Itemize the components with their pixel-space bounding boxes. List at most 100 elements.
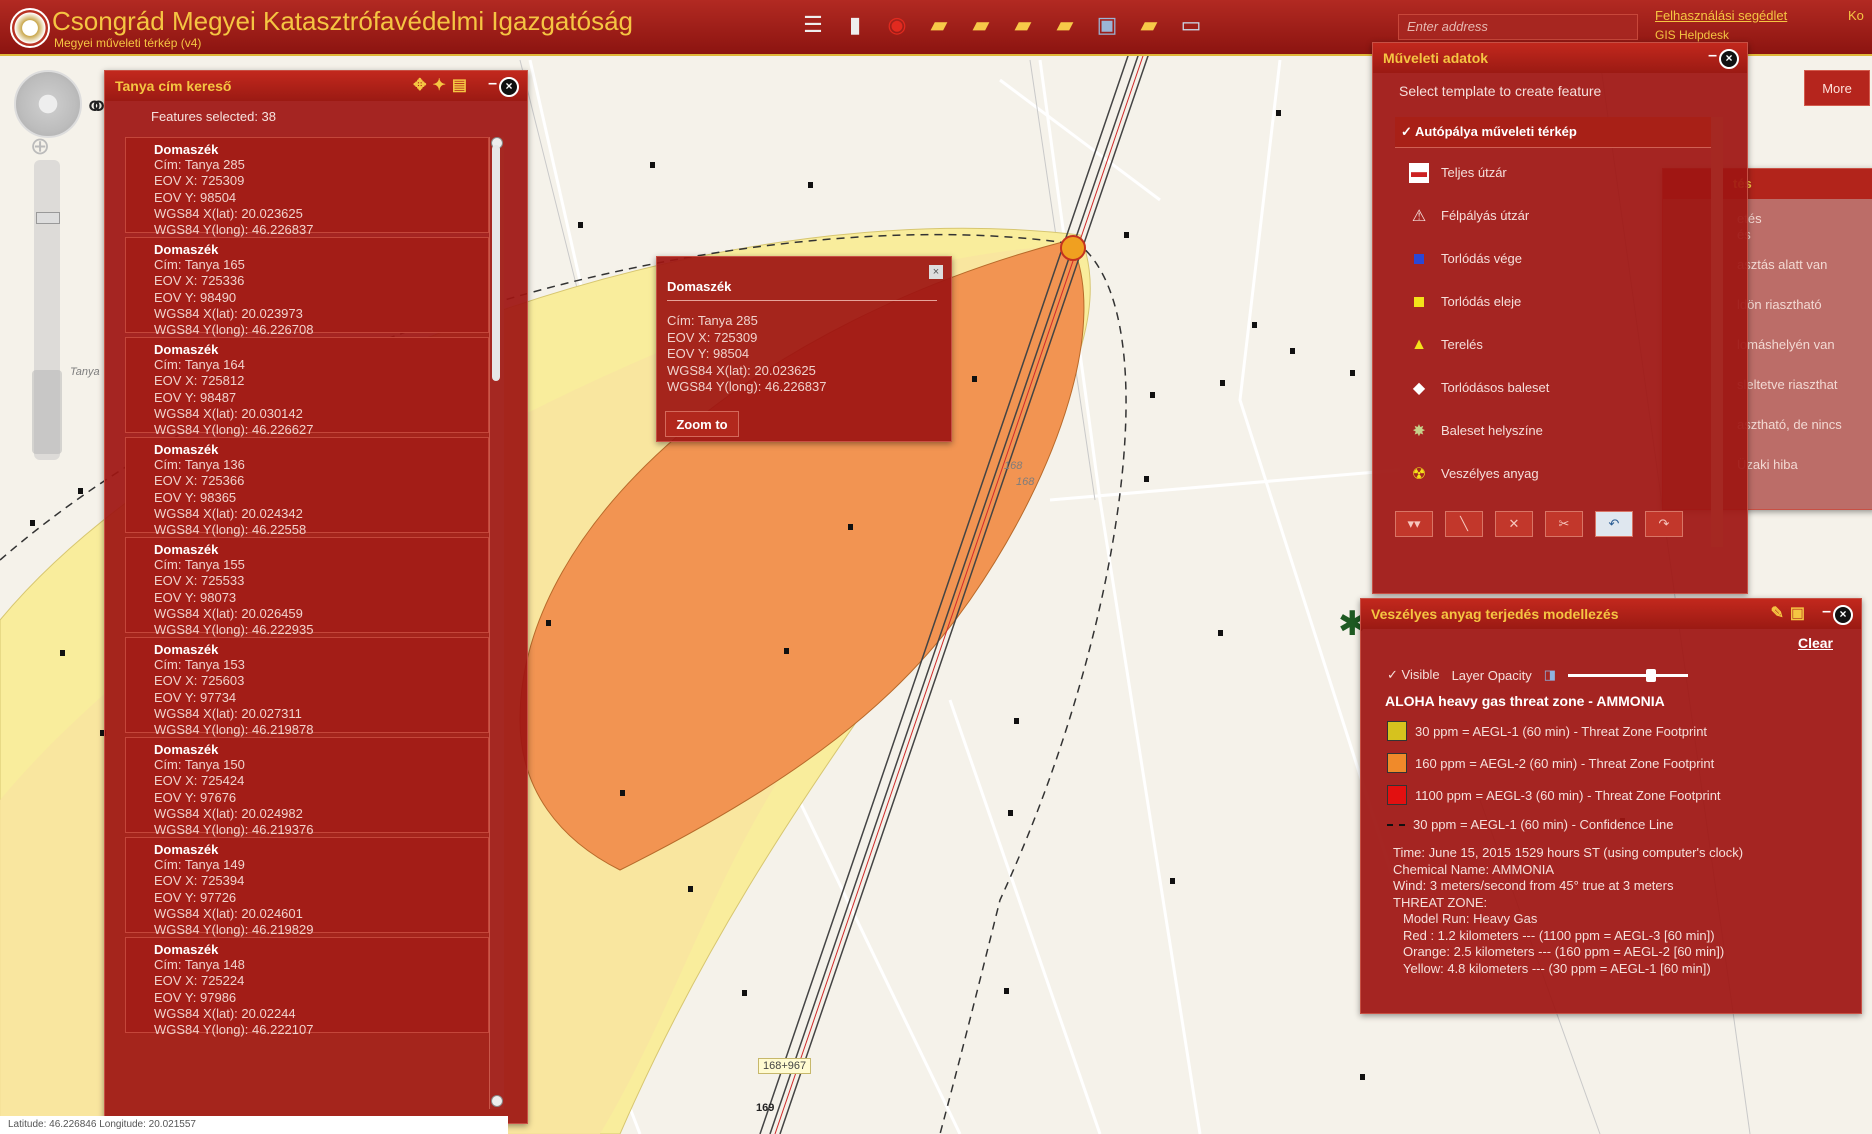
panel-title: Műveleti adatok <box>1383 50 1489 66</box>
orange-swatch <box>1387 753 1407 773</box>
select-tool-icon[interactable]: ✥ <box>413 75 426 95</box>
template-item[interactable]: ✸ Baleset helyszíne <box>1395 409 1705 452</box>
address-search-input[interactable]: Enter address <box>1398 14 1638 40</box>
close-button[interactable]: × <box>1833 605 1853 625</box>
info-icon[interactable]: ◨ <box>1544 667 1556 683</box>
zoom-slider-knob[interactable] <box>36 212 60 224</box>
clear-tool-icon[interactable]: ✦ <box>432 75 445 95</box>
coordinate-readout: Latitude: 46.226846 Longitude: 20.021557 <box>0 1116 508 1134</box>
km-marker-label: 169 <box>756 1102 775 1114</box>
popup-close-icon[interactable]: × <box>929 265 943 279</box>
cut-icon[interactable]: ✂ <box>1545 511 1583 537</box>
results-scrollbar[interactable] <box>489 137 504 1109</box>
clear-button[interactable]: Clear <box>1798 635 1833 651</box>
layer-controls: ✓ Visible Layer Opacity ◨ <box>1387 667 1689 683</box>
app-subtitle: Megyei műveleti térkép (v4) <box>54 36 202 50</box>
opacity-slider-knob[interactable] <box>1646 668 1657 682</box>
crash-icon: ✸ <box>1412 422 1426 440</box>
template-hint: Select template to create feature <box>1399 83 1602 99</box>
result-item[interactable]: Domaszék Cím: Tanya 150 EOV X: 725424 EOV Y… <box>125 737 489 837</box>
list-icon[interactable]: ☰ <box>796 10 830 40</box>
visible-checkbox[interactable]: ✓ Visible <box>1387 667 1440 683</box>
redo-icon[interactable]: ↷ <box>1645 511 1683 537</box>
yellow-swatch <box>1387 721 1407 741</box>
folder-icon[interactable]: ▰ <box>964 10 998 40</box>
scroll-down-icon[interactable] <box>491 1095 503 1107</box>
more-button[interactable]: More <box>1804 70 1870 106</box>
delete-icon[interactable]: ✕ <box>1495 511 1533 537</box>
result-item[interactable]: Domaszék Cím: Tanya 149 EOV X: 725394 EOV Y… <box>125 837 489 937</box>
result-item[interactable]: Domaszék Cím: Tanya 164 EOV X: 725812 EOV Y… <box>125 337 489 437</box>
popup-eov-y: EOV Y: 98504 <box>667 346 750 361</box>
folder-icon[interactable]: ▰ <box>1006 10 1040 40</box>
radiation-marker-icon[interactable] <box>1060 235 1086 261</box>
opacity-label: Layer Opacity <box>1451 667 1532 683</box>
scroll-thumb[interactable] <box>492 145 500 381</box>
result-item[interactable]: Domaszék Cím: Tanya 285 EOV X: 725309 EOV Y… <box>125 137 489 237</box>
panel-tools: ✎ ▣ <box>1770 603 1805 623</box>
legend-row: 1100 ppm = AEGL-3 (60 min) - Threat Zone… <box>1387 785 1721 805</box>
results-list: Domaszék Cím: Tanya 285 EOV X: 725309 EOV Y… <box>125 137 489 1109</box>
undo-icon[interactable]: ↶ <box>1595 511 1633 537</box>
table-icon[interactable]: ▤ <box>452 75 467 95</box>
pan-dial-icon[interactable] <box>14 70 82 138</box>
template-item[interactable]: Torlódás eleje <box>1395 280 1705 323</box>
zoom-in-icon[interactable]: ⊕ <box>30 132 50 161</box>
close-button[interactable]: × <box>1719 49 1739 69</box>
reshape-icon[interactable]: ╲ <box>1445 511 1483 537</box>
features-selected-count: Features selected: 38 <box>151 109 277 124</box>
model-info: Time: June 15, 2015 1529 hours ST (using… <box>1393 845 1744 976</box>
red-swatch <box>1387 785 1407 805</box>
result-item[interactable]: Domaszék Cím: Tanya 155 EOV X: 725533 EOV Y… <box>125 537 489 637</box>
pan-control[interactable] <box>14 70 82 138</box>
hazmat-model-panel: Veszélyes anyag terjedés modellezés ✎ ▣ … <box>1360 598 1862 1014</box>
opacity-slider[interactable] <box>1568 668 1689 682</box>
print-icon[interactable]: ▣ <box>1090 10 1124 40</box>
km-label: 168 <box>1016 476 1035 488</box>
template-item[interactable]: ⚠ Félpályás útzár <box>1395 194 1705 237</box>
template-item[interactable]: ▬ Teljes útzár <box>1395 151 1705 194</box>
minimize-button[interactable]: – <box>488 75 497 93</box>
panel-tools: ✥ ✦ ▤ <box>413 75 467 95</box>
user-guide-link[interactable]: Felhasználási segédlet <box>1655 8 1787 23</box>
km-label: 168 <box>1004 460 1023 472</box>
target-icon[interactable]: ◉ <box>880 10 914 40</box>
template-group[interactable]: ✓ Autópálya műveleti térkép <box>1395 117 1713 148</box>
template-scrollbar[interactable] <box>1711 117 1723 547</box>
template-list: ▬ Teljes útzár ⚠ Félpályás útzár Torlódás … <box>1395 151 1705 495</box>
minimize-button[interactable]: – <box>1822 603 1831 621</box>
gis-helpdesk-link[interactable]: GIS Helpdesk <box>1655 28 1729 42</box>
minimize-button[interactable]: – <box>1708 47 1717 65</box>
layer-switch-icons[interactable] <box>32 370 62 454</box>
book-icon[interactable]: ▮ <box>838 10 872 40</box>
panel-title: Veszélyes anyag terjedés modellezés <box>1371 606 1619 622</box>
popup-address: Cím: Tanya 285 <box>667 313 758 328</box>
result-item[interactable]: Domaszék Cím: Tanya 165 EOV X: 725336 EOV Y… <box>125 237 489 337</box>
extra-link[interactable]: Ko <box>1848 8 1864 23</box>
select-dropdown-icon[interactable]: ▾▾ <box>1395 511 1433 537</box>
radiation-icon: ☢ <box>1411 465 1427 483</box>
folder-icon[interactable]: ▰ <box>922 10 956 40</box>
panel-title: Tanya cím kereső <box>115 78 232 94</box>
result-item[interactable]: Domaszék Cím: Tanya 136 EOV X: 725366 EOV Y… <box>125 437 489 537</box>
print-icon[interactable]: ▣ <box>1790 603 1805 623</box>
template-item[interactable]: ▲ Terelés <box>1395 323 1705 366</box>
popup-lat: WGS84 X(lat): 20.023625 <box>667 362 816 378</box>
app-title: Csongrád Megyei Katasztrófavédelmi Igazg… <box>52 6 633 36</box>
close-button[interactable]: × <box>499 77 519 97</box>
screen-icon[interactable]: ▭ <box>1174 10 1208 40</box>
dash-line-swatch <box>1387 823 1405 826</box>
template-item[interactable]: ☢ Veszélyes anyag <box>1395 452 1705 495</box>
zoom-to-button[interactable]: Zoom to <box>665 411 739 437</box>
result-item[interactable]: Domaszék Cím: Tanya 148 EOV X: 725224 EOV Y… <box>125 937 489 1037</box>
template-item[interactable]: Torlódás vége <box>1395 237 1705 280</box>
folder-icon[interactable]: ▰ <box>1132 10 1166 40</box>
agency-logo <box>10 8 50 48</box>
result-item[interactable]: Domaszék Cím: Tanya 153 EOV X: 725603 EOV Y… <box>125 637 489 737</box>
panel-header: Veszélyes anyag terjedés modellezés ✎ ▣ … <box>1361 599 1861 629</box>
template-item[interactable]: ◆ Torlódásos baleset <box>1395 366 1705 409</box>
pin-icon[interactable]: ✎ <box>1770 603 1783 623</box>
legend-row: 30 ppm = AEGL-1 (60 min) - Threat Zone F… <box>1387 721 1707 741</box>
folder-icon[interactable]: ▰ <box>1048 10 1082 40</box>
main-toolbar: ☰ ▮ ◉ ▰ ▰ ▰ ▰ ▣ ▰ ▭ <box>796 10 1208 40</box>
